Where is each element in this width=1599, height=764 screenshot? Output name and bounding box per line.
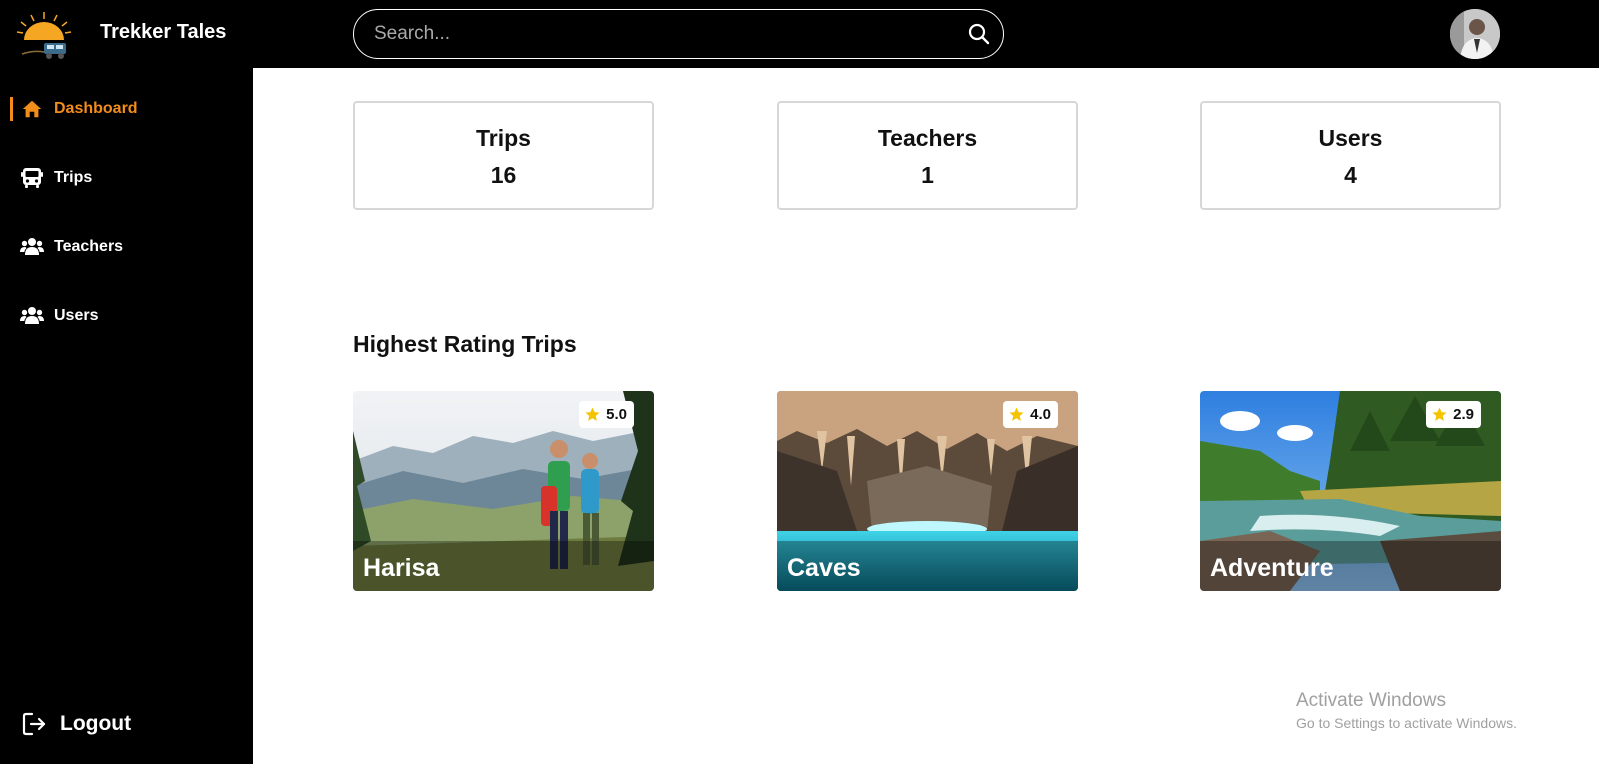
- stat-card-trips: Trips 16: [353, 101, 654, 210]
- trip-card-harisa[interactable]: Harisa 5.0: [353, 391, 654, 591]
- sidebar-item-label: Teachers: [54, 238, 124, 255]
- rating-value: 4.0: [1030, 406, 1051, 423]
- trip-name: Adventure: [1210, 554, 1334, 582]
- trip-card-adventure[interactable]: Adventure 2.9: [1200, 391, 1501, 591]
- sidebar-item-users[interactable]: Users: [0, 296, 253, 336]
- users-icon: [19, 303, 45, 329]
- trip-name: Caves: [787, 554, 861, 582]
- bus-icon: [19, 165, 45, 191]
- top-bar: Trekker Tales: [0, 0, 1599, 68]
- avatar[interactable]: [1450, 9, 1500, 59]
- logo-icon[interactable]: [14, 10, 74, 62]
- rating-value: 5.0: [606, 406, 627, 423]
- watermark-subtitle: Go to Settings to activate Windows.: [1296, 715, 1517, 731]
- rating-value: 2.9: [1453, 406, 1474, 423]
- logout-button[interactable]: Logout: [20, 710, 131, 738]
- star-icon: [1432, 407, 1447, 421]
- stat-value: 1: [921, 162, 934, 188]
- sidebar-item-teachers[interactable]: Teachers: [0, 227, 253, 267]
- trip-card-caves[interactable]: Caves 4.0: [777, 391, 1078, 591]
- search-bar: [353, 9, 1004, 59]
- search-icon[interactable]: [967, 22, 991, 46]
- users-icon: [19, 234, 45, 260]
- rating-badge: 4.0: [1003, 401, 1058, 428]
- section-title: Highest Rating Trips: [353, 331, 577, 357]
- activate-windows-watermark: Activate Windows Go to Settings to activ…: [1296, 690, 1517, 731]
- rating-badge: 2.9: [1426, 401, 1481, 428]
- watermark-title: Activate Windows: [1296, 690, 1446, 711]
- sidebar-item-trips[interactable]: Trips: [0, 158, 253, 198]
- star-icon: [1009, 407, 1024, 421]
- sidebar-item-label: Users: [54, 307, 99, 324]
- stat-card-teachers: Teachers 1: [777, 101, 1078, 210]
- logout-label: Logout: [60, 712, 132, 735]
- stat-value: 16: [490, 162, 517, 188]
- stat-label: Teachers: [877, 125, 978, 151]
- search-input[interactable]: [374, 10, 954, 57]
- stat-card-users: Users 4: [1200, 101, 1501, 210]
- sidebar-item-label: Trips: [54, 169, 93, 186]
- sidebar: Dashboard Trips Teachers Users: [0, 68, 253, 764]
- home-icon: [19, 96, 45, 122]
- trip-name: Harisa: [363, 554, 440, 582]
- brand-name: Trekker Tales: [100, 21, 227, 43]
- logout-icon: [20, 710, 48, 738]
- stat-label: Users: [1318, 125, 1383, 151]
- rating-badge: 5.0: [579, 401, 634, 428]
- sidebar-item-label: Dashboard: [54, 100, 138, 117]
- stat-label: Trips: [476, 125, 531, 151]
- star-icon: [585, 407, 600, 421]
- stat-value: 4: [1344, 162, 1357, 188]
- sidebar-item-dashboard[interactable]: Dashboard: [0, 89, 253, 129]
